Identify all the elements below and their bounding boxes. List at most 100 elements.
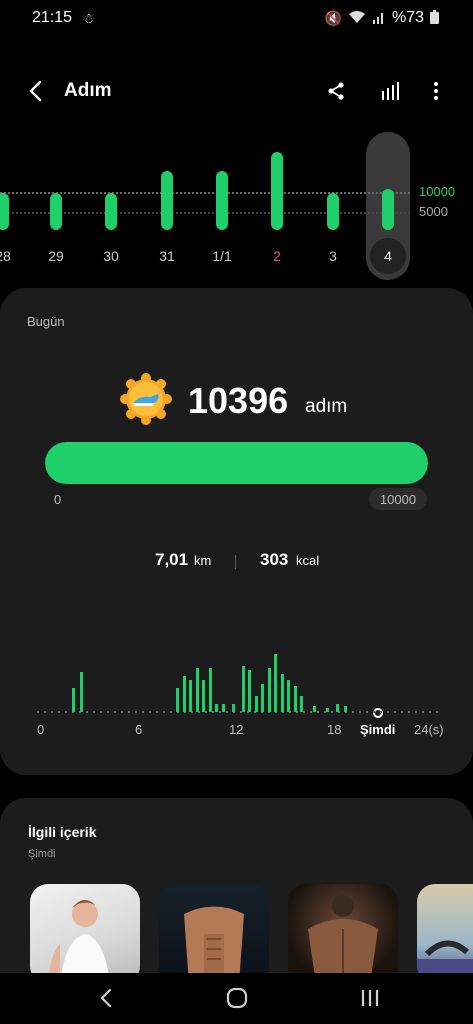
baseline-dot — [352, 711, 354, 713]
baseline-dot — [156, 711, 158, 713]
more-icon — [434, 82, 438, 100]
back-button[interactable] — [20, 76, 50, 106]
status-time: 21:15 — [32, 9, 73, 26]
calories-unit: kcal — [296, 553, 320, 568]
hour-bar-19 — [287, 680, 291, 712]
baseline-dot — [114, 711, 116, 713]
day-label-7[interactable]: 3 — [313, 248, 353, 264]
baseline-dot — [408, 711, 410, 713]
baseline-dot — [93, 711, 95, 713]
nav-recents-button[interactable] — [350, 983, 390, 1013]
day-label-4[interactable]: 31 — [147, 248, 187, 264]
day-label-3[interactable]: 30 — [91, 248, 131, 264]
wifi-icon — [348, 10, 366, 27]
baseline-dot — [394, 711, 396, 713]
calories-value: 303 — [260, 550, 289, 569]
day-label-8[interactable]: 4 — [370, 238, 406, 274]
bodybuilder-image — [308, 895, 378, 973]
day-label-5[interactable]: 1/1 — [202, 248, 242, 264]
status-icons: 🔇 %73 — [325, 9, 439, 27]
day-bar-8[interactable] — [382, 189, 394, 230]
hour-bar-17 — [274, 654, 278, 712]
baseline-dot — [65, 711, 67, 713]
hour-bar-25 — [344, 705, 348, 712]
baseline-dot — [170, 711, 172, 713]
week-strip: 10000 5000 28 29 30 31 1/1 23 4 — [0, 130, 473, 280]
nav-home-icon — [226, 987, 248, 1009]
system-nav-bar — [0, 973, 473, 1024]
baseline-dot — [212, 711, 214, 713]
related-thumbnail-2[interactable] — [159, 884, 269, 973]
baseline-dot — [436, 711, 438, 713]
today-card[interactable]: Bugün 10396 adım 0 10000 7,01 km 303 kca… — [0, 288, 473, 775]
progress-goal-label: 10000 — [369, 488, 427, 510]
share-icon — [328, 82, 344, 100]
share-button[interactable] — [320, 76, 352, 106]
baseline-dot — [331, 711, 333, 713]
more-button[interactable] — [420, 76, 452, 106]
mute-icon: 🔇 — [324, 9, 342, 26]
hour-tick-18: 18 — [327, 722, 342, 737]
related-thumbnail-1[interactable] — [30, 884, 140, 973]
day-bar-1[interactable] — [0, 193, 9, 230]
nav-back-button[interactable] — [86, 983, 126, 1013]
baseline-dot — [366, 711, 368, 713]
guide-low-label: 5000 — [419, 204, 448, 219]
hour-bar-4 — [182, 676, 186, 712]
hour-bar-14 — [254, 696, 258, 712]
battery-text: %73 — [391, 9, 424, 26]
day-label-1[interactable]: 28 — [0, 248, 23, 264]
hour-bar-8 — [208, 668, 212, 712]
baseline-dot — [415, 711, 417, 713]
related-content-card: İlgili içerik Şimdi — [0, 798, 473, 973]
day-bar-6[interactable] — [271, 152, 283, 230]
baseline-dot — [100, 711, 102, 713]
steps-unit: adım — [305, 396, 348, 417]
chart-button[interactable] — [374, 76, 406, 106]
baseline-dot — [58, 711, 60, 713]
baseline-dot — [401, 711, 403, 713]
day-bar-4[interactable] — [161, 170, 173, 230]
baseline-dot — [359, 711, 361, 713]
day-label-6[interactable]: 2 — [257, 248, 297, 264]
baseline-dot — [422, 711, 424, 713]
achievement-badge-icon — [120, 373, 172, 425]
distance-unit: km — [194, 553, 212, 568]
hour-bar-10 — [221, 704, 225, 712]
baseline-dot — [373, 711, 375, 713]
hour-bar-18 — [280, 673, 284, 712]
page-title: Adım — [64, 80, 112, 101]
hour-bar-13 — [248, 670, 252, 712]
hour-bar-11 — [231, 704, 235, 712]
distance-value: 7,01 — [155, 550, 189, 569]
back-icon — [29, 80, 42, 102]
hour-bar-7 — [202, 680, 206, 712]
stats-row: 7,01 km 303 kcal — [0, 550, 473, 574]
baseline-dot — [37, 711, 39, 713]
baseline-dot — [51, 711, 53, 713]
steps-progress-bar — [45, 442, 428, 484]
hour-tick-0: 0 — [37, 722, 45, 737]
guide-high-label: 10000 — [419, 184, 456, 199]
progress-min-label: 0 — [54, 492, 62, 507]
baseline-dot — [219, 711, 221, 713]
nav-home-button[interactable] — [217, 983, 257, 1013]
related-thumbnail-4[interactable] — [417, 884, 473, 973]
nav-back-icon — [100, 988, 112, 1008]
day-label-2[interactable]: 29 — [36, 248, 76, 264]
hour-bar-23 — [326, 708, 330, 712]
baseline-dot — [135, 711, 137, 713]
guide-line-high — [0, 192, 410, 194]
related-thumbnail-3[interactable] — [288, 884, 398, 973]
now-label: Şimdi — [360, 722, 396, 737]
hour-bar-1 — [72, 688, 76, 712]
day-bar-2[interactable] — [50, 193, 62, 230]
day-bar-5[interactable] — [216, 170, 228, 230]
workout-woman-image — [49, 900, 109, 973]
related-subtitle: Şimdi — [28, 848, 56, 860]
status-bar: 21:15 ☃ 🔇 %73 — [0, 0, 473, 36]
day-bar-3[interactable] — [105, 193, 117, 230]
now-marker — [373, 708, 383, 718]
baseline-dot — [380, 711, 382, 713]
day-bar-7[interactable] — [327, 193, 339, 230]
